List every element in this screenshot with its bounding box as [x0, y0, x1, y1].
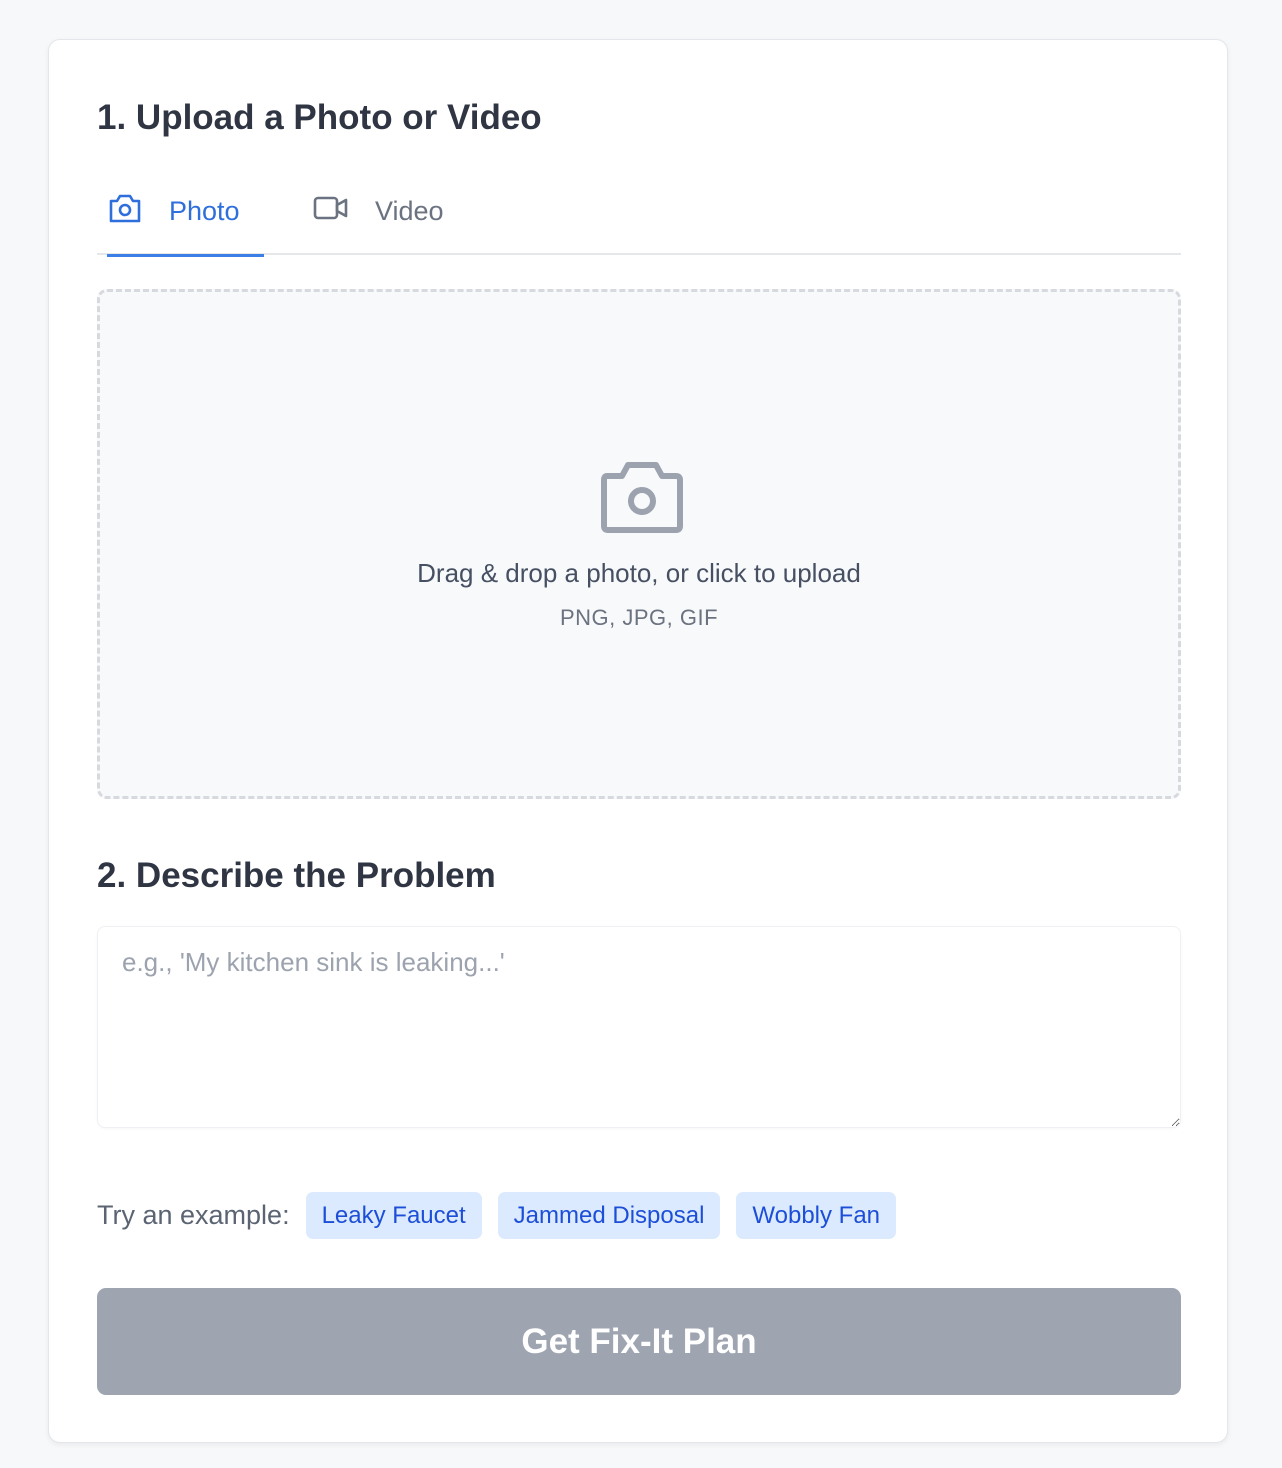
fix-it-card: 1. Upload a Photo or Video Photo Video D…: [48, 39, 1228, 1443]
video-icon: [313, 194, 375, 229]
problem-description-input[interactable]: [97, 926, 1181, 1128]
photo-dropzone[interactable]: Drag & drop a photo, or click to upload …: [97, 289, 1181, 799]
tab-photo[interactable]: Photo: [107, 180, 264, 257]
example-chip-jammed-disposal[interactable]: Jammed Disposal: [497, 1192, 721, 1239]
tab-video-label: Video: [375, 196, 444, 226]
example-chip-leaky-faucet[interactable]: Leaky Faucet: [305, 1192, 482, 1239]
camera-icon: [601, 460, 683, 539]
tab-photo-label: Photo: [169, 196, 240, 226]
example-prompts: Try an example: Leaky Faucet Jammed Disp…: [97, 1192, 912, 1239]
upload-section-title: 1. Upload a Photo or Video: [97, 98, 542, 137]
media-tabs: Photo Video: [97, 180, 1181, 257]
camera-icon: [107, 192, 169, 231]
tab-video[interactable]: Video: [313, 180, 444, 255]
examples-label: Try an example:: [97, 1200, 290, 1230]
get-fix-it-plan-button[interactable]: Get Fix-It Plan: [97, 1288, 1181, 1395]
dropzone-instructions: Drag & drop a photo, or click to upload: [417, 558, 861, 588]
active-tab-indicator: [107, 254, 264, 257]
example-chip-wobbly-fan[interactable]: Wobbly Fan: [736, 1192, 897, 1239]
describe-section-title: 2. Describe the Problem: [97, 856, 496, 895]
dropzone-formats: PNG, JPG, GIF: [559, 605, 719, 630]
